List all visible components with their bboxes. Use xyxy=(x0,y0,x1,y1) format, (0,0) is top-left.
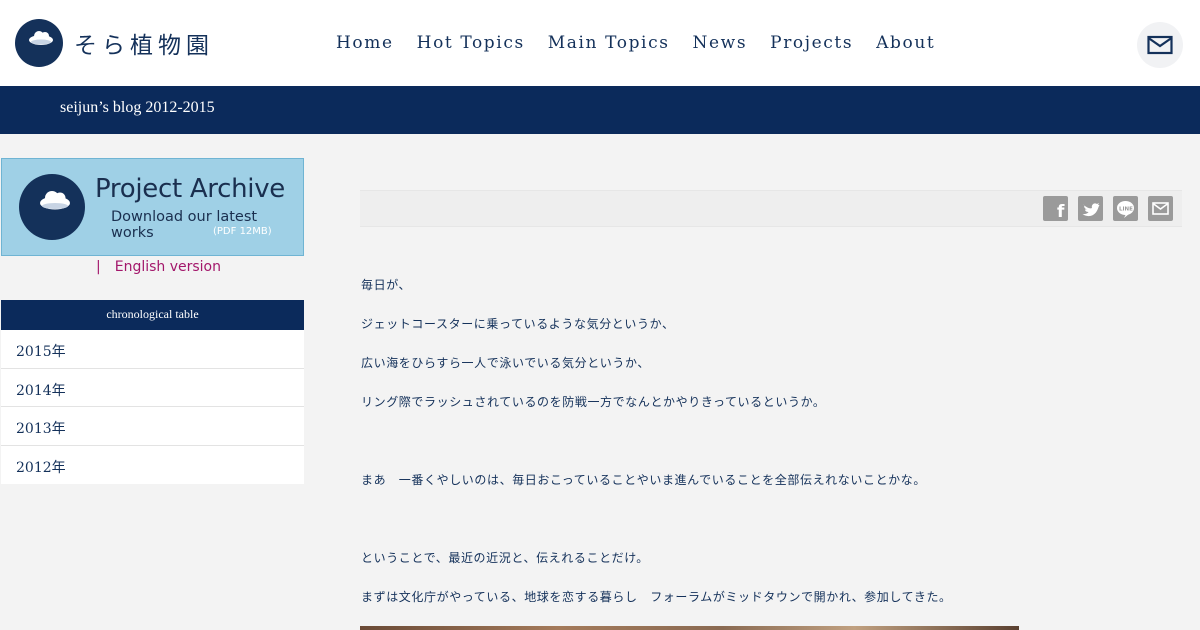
mail-share-icon[interactable] xyxy=(1148,196,1173,221)
project-archive-banner[interactable]: Project Archive Download our latest work… xyxy=(1,158,304,256)
archive-subtitle: Download our latest works xyxy=(111,209,258,241)
post-paragraph: リング際でラッシュされているのを防戦一方でなんとかやりきっているというか。 xyxy=(361,395,826,409)
contact-mail-button[interactable] xyxy=(1137,22,1183,68)
year-2013-link[interactable]: 2013年 xyxy=(1,407,304,446)
cloud-logo-icon xyxy=(19,174,85,240)
site-logo[interactable]: そら植物園 xyxy=(15,19,214,67)
archive-title: Project Archive xyxy=(95,174,286,204)
post-paragraph: ジェットコースターに乗っているような気分というか、 xyxy=(361,317,675,331)
english-version-label: English version xyxy=(114,259,221,275)
blog-title: seijun’s blog 2012-2015 xyxy=(60,99,215,116)
post-paragraph: まずは文化庁がやっている、地球を恋する暮らし フォーラムがミッドタウンで開かれ、… xyxy=(361,590,952,604)
post-paragraph: ということで、最近の近況と、伝えれることだけ。 xyxy=(361,551,649,565)
post-photo xyxy=(360,626,1019,630)
chronological-table-header: chronological table xyxy=(1,300,304,330)
post-paragraph: 広い海をひらすら一人で泳いでいる気分というか、 xyxy=(361,356,650,370)
site-header: そら植物園 Home Hot Topics Main Topics News P… xyxy=(0,0,1200,86)
post-paragraph: 毎日が、 xyxy=(361,278,412,292)
facebook-icon[interactable]: f xyxy=(1043,196,1068,221)
mail-icon xyxy=(1147,35,1173,55)
post-paragraph: まあ 一番くやしいのは、毎日おこっていることやいま進んでいることを全部伝えれない… xyxy=(361,473,926,487)
english-version-link[interactable]: | English version xyxy=(96,259,221,275)
svg-text:LINE: LINE xyxy=(1119,207,1133,213)
site-name: そら植物園 xyxy=(74,33,214,59)
svg-text:f: f xyxy=(1057,202,1065,221)
twitter-icon[interactable] xyxy=(1078,196,1103,221)
cloud-logo-icon xyxy=(15,19,63,67)
main-nav: Home Hot Topics Main Topics News Project… xyxy=(336,33,958,53)
link-separator: | xyxy=(96,259,101,275)
nav-news[interactable]: News xyxy=(693,33,748,53)
nav-about[interactable]: About xyxy=(876,33,935,53)
year-2015-link[interactable]: 2015年 xyxy=(1,330,304,369)
nav-main-topics[interactable]: Main Topics xyxy=(548,33,670,53)
chronological-list: 2015年 2014年 2013年 2012年 xyxy=(1,330,304,484)
archive-size: (PDF 12MB) xyxy=(213,226,272,237)
nav-projects[interactable]: Projects xyxy=(770,33,853,53)
share-bar: f LINE xyxy=(360,190,1182,227)
blog-title-band: seijun’s blog 2012-2015 xyxy=(0,86,1200,134)
nav-hot-topics[interactable]: Hot Topics xyxy=(417,33,525,53)
year-2014-link[interactable]: 2014年 xyxy=(1,369,304,407)
nav-home[interactable]: Home xyxy=(336,33,394,53)
line-icon[interactable]: LINE xyxy=(1113,196,1138,221)
year-2012-link[interactable]: 2012年 xyxy=(1,446,304,485)
